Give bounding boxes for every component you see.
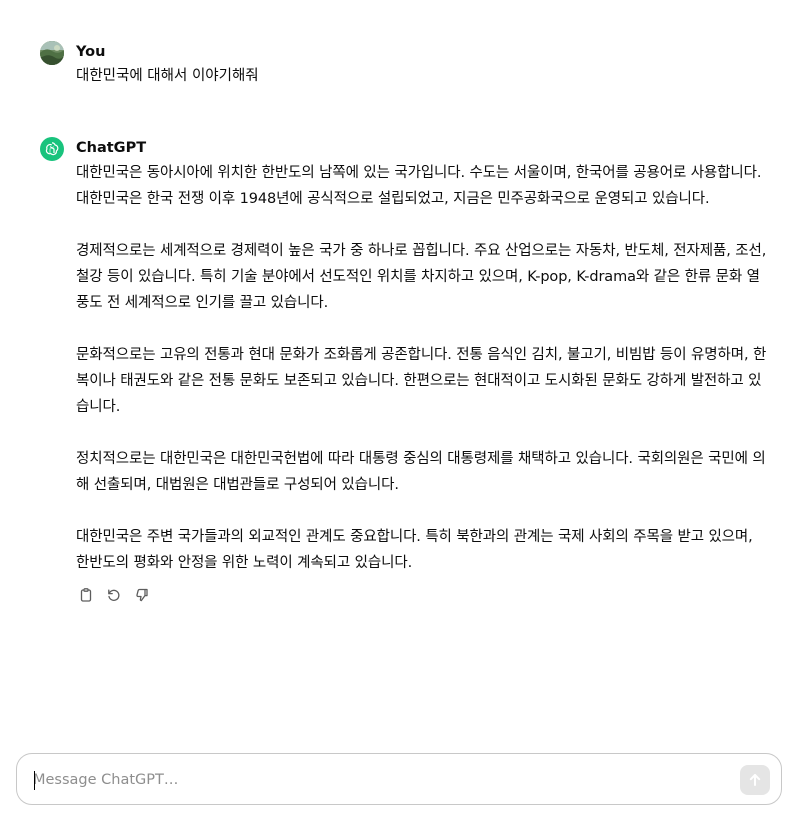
openai-logo-icon [40,137,64,161]
message-composer [16,753,782,806]
message-input[interactable] [33,754,723,806]
response-paragraph: 대한민국은 동아시아에 위치한 한반도의 남쪽에 있는 국가입니다. 수도는 서… [76,165,762,207]
response-paragraph: 정치적으로는 대한민국은 대한민국헌법에 따라 대통령 중심의 대통령제를 채택… [76,451,766,493]
response-paragraph: 문화적으로는 고유의 전통과 현대 문화가 조화롭게 공존합니다. 전통 음식인… [76,347,767,415]
chat-window: You 대한민국에 대해서 이야기해줘 ChatGPT 대한민국은 동아시아에 … [0,0,803,818]
user-message-turn: You 대한민국에 대해서 이야기해줘 [40,41,767,88]
response-paragraph: 대한민국은 주변 국가들과의 외교적인 관계도 중요합니다. 특히 북한과의 관… [76,529,753,571]
assistant-message-turn: ChatGPT 대한민국은 동아시아에 위치한 한반도의 남쪽에 있는 국가입니… [40,137,767,606]
clipboard-icon [80,588,92,602]
bad-response-button[interactable] [131,584,153,606]
regenerate-icon [108,589,120,601]
user-message-text: 대한민국에 대해서 이야기해줘 [76,68,259,84]
user-avatar [40,41,64,65]
regenerate-button[interactable] [103,584,125,606]
assistant-response: 대한민국은 동아시아에 위치한 한반도의 남쪽에 있는 국가입니다. 수도는 서… [76,160,767,576]
response-paragraph: 경제적으로는 세계적으로 경제력이 높은 국가 중 하나로 꼽힙니다. 주요 산… [76,243,767,311]
message-actions [75,584,767,606]
arrow-up-icon [749,774,761,786]
user-avatar-image [40,41,64,65]
thumbs-down-icon [136,588,148,602]
copy-button[interactable] [75,584,97,606]
assistant-author-name: ChatGPT [76,140,147,156]
text-caret [34,771,35,790]
user-author-name: You [76,44,106,60]
send-button[interactable] [740,765,770,795]
